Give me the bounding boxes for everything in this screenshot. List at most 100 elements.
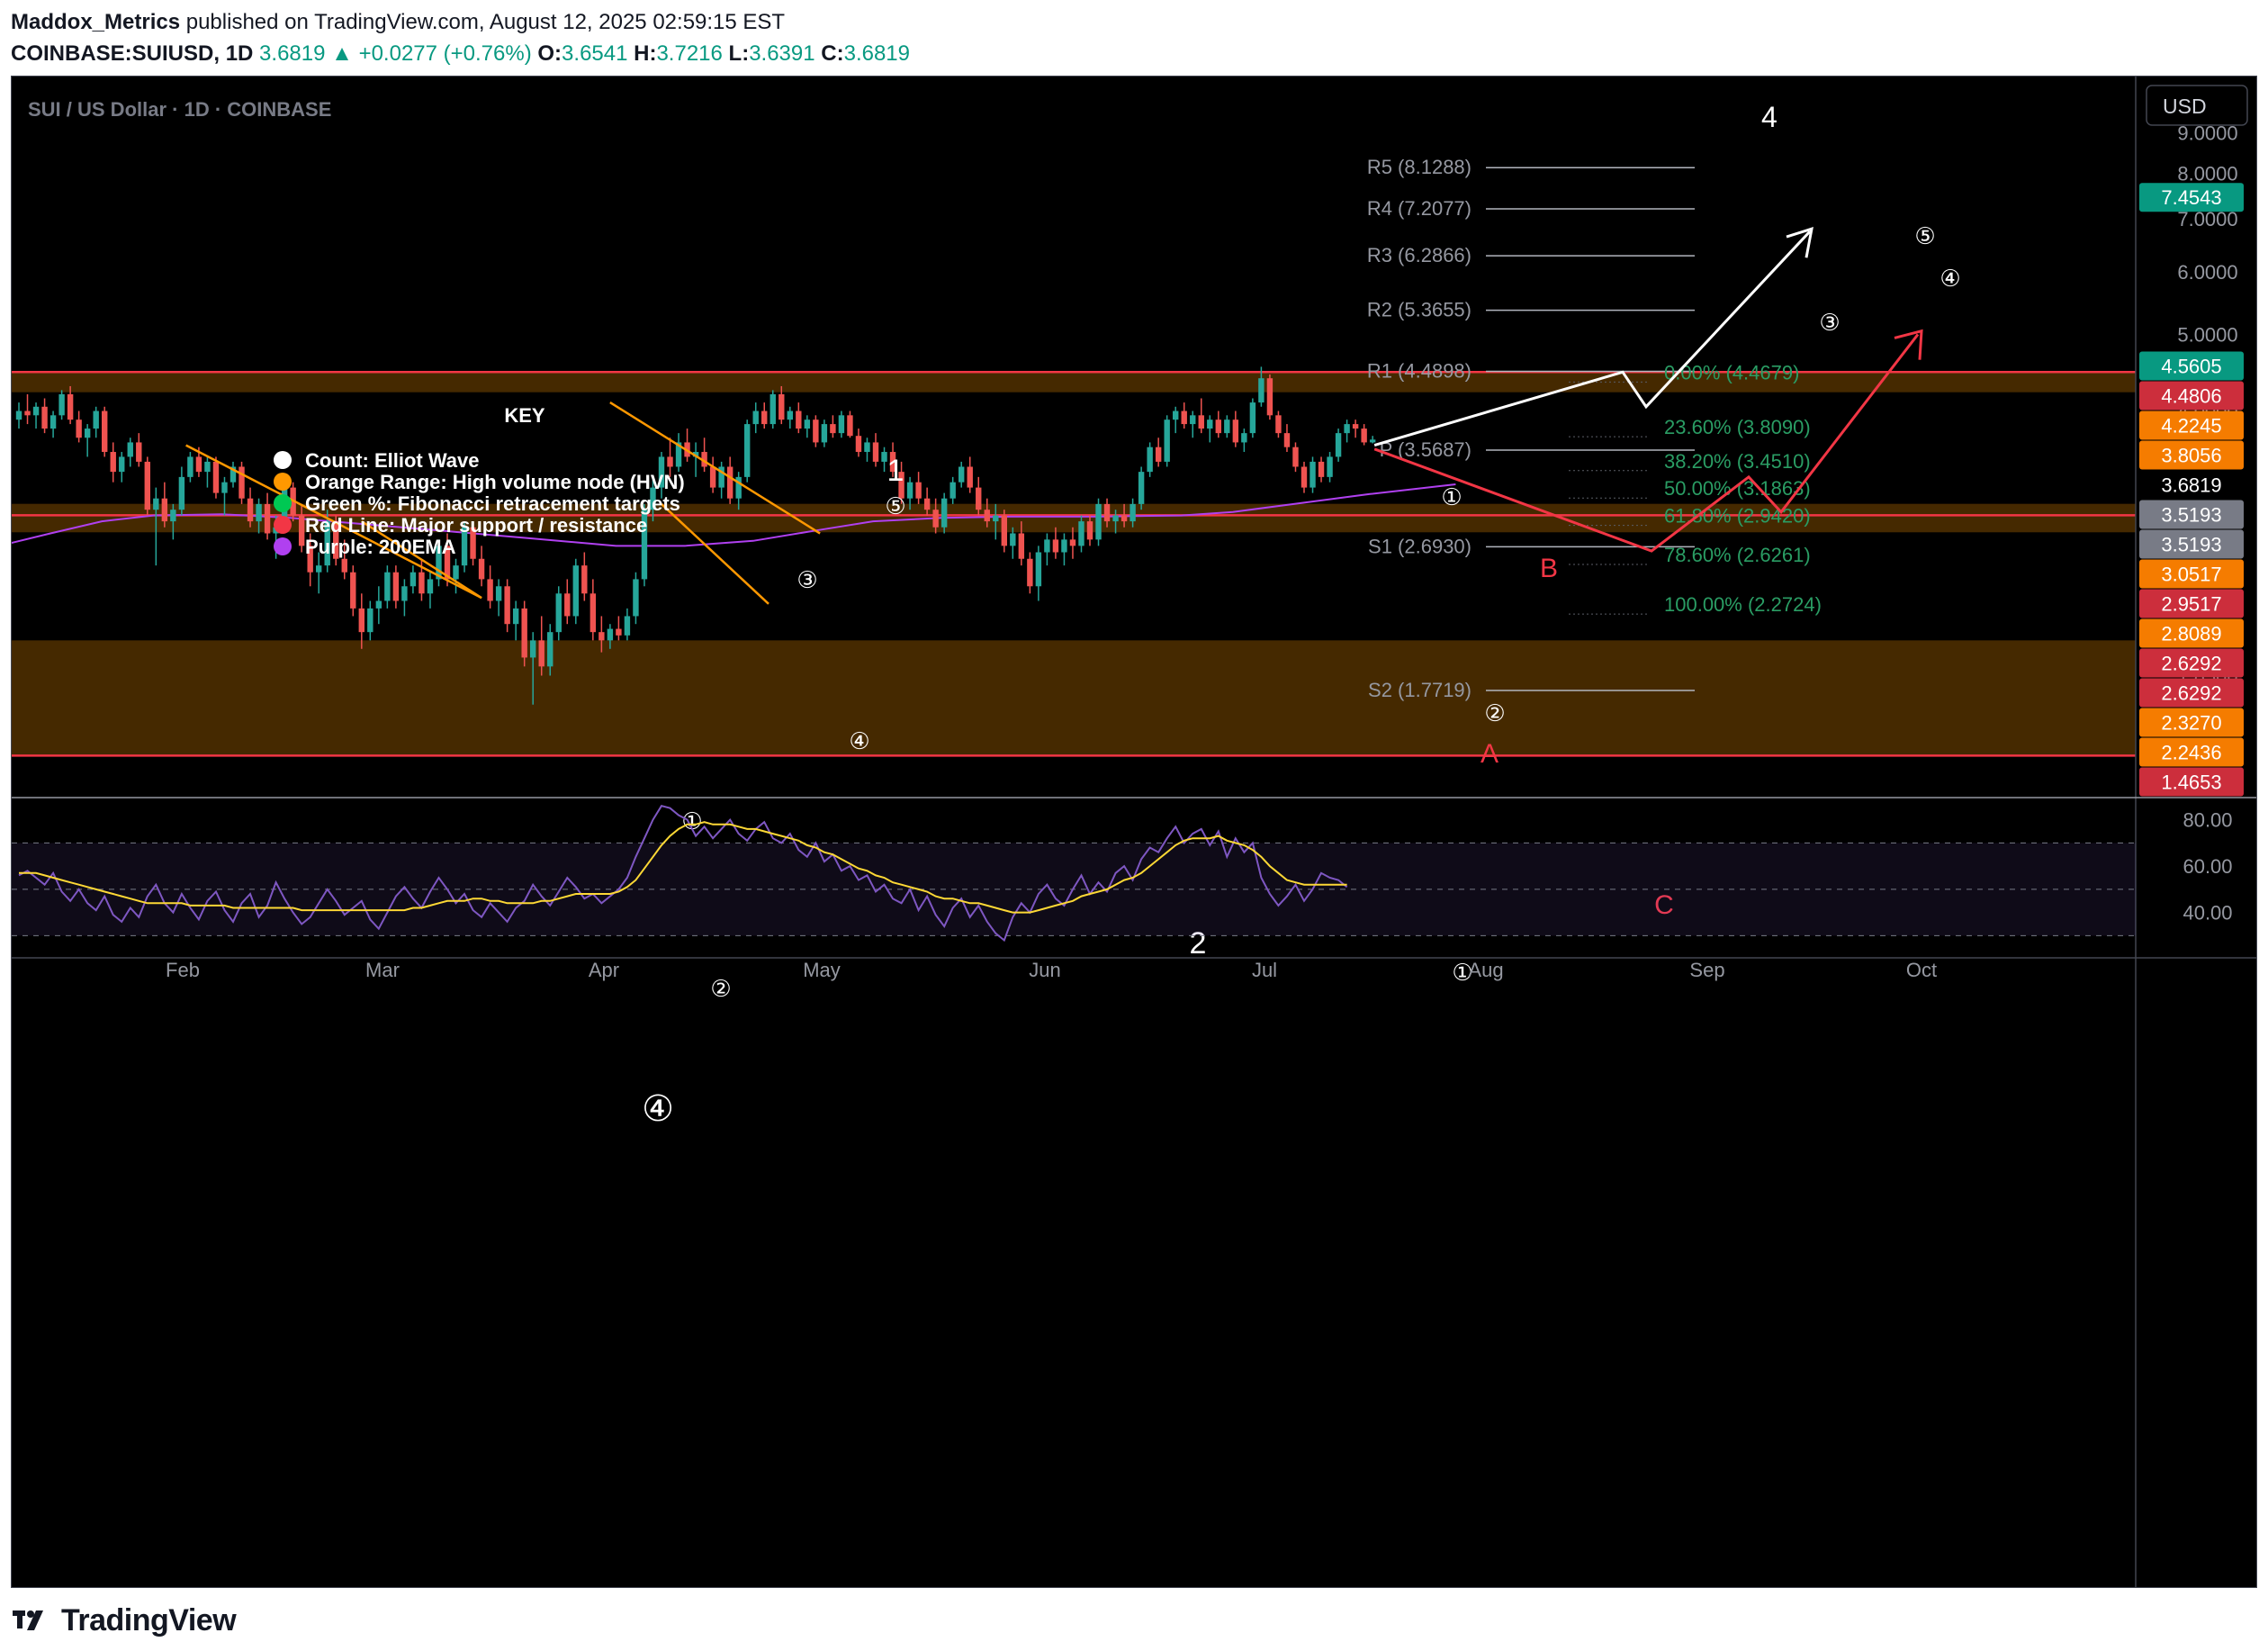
rsi-tick-label: 60.00 (2182, 855, 2232, 878)
currency-button[interactable]: USD (2146, 85, 2248, 126)
candle (1027, 552, 1033, 594)
price-label-value: 3.5193 (2161, 504, 2221, 527)
chart-canvas[interactable]: R5 (8.1288) R4 (7.2077) R3 (6.2866) R2 (5.3… (12, 77, 2256, 1587)
candle (32, 402, 40, 429)
candle (178, 466, 185, 516)
candle (144, 456, 150, 516)
candle (401, 579, 408, 617)
candle (264, 492, 271, 540)
elliott-wave-label: ④ (1940, 265, 1960, 292)
candle (1369, 436, 1376, 444)
price-label-tag[interactable]: 2.6292 (2139, 648, 2244, 678)
candle (1155, 438, 1162, 467)
time-tick-label: Apr (589, 959, 619, 981)
hvn-zone-0 (12, 372, 2136, 392)
candle (521, 600, 527, 667)
candle (1275, 410, 1282, 438)
candle (967, 456, 973, 493)
candle (692, 442, 699, 477)
candle (15, 402, 22, 429)
price-label-tag[interactable]: 2.2436 (2139, 737, 2244, 767)
low-label: L: (728, 41, 750, 66)
candle (1198, 398, 1204, 434)
price-label-tag[interactable]: 2.9517 (2139, 589, 2244, 618)
price-label-value: 4.4806 (2161, 385, 2221, 408)
price-label-tag[interactable]: 3.0517 (2139, 559, 2244, 589)
symbol-name: COINBASE:SUIUSD, 1D (11, 41, 254, 66)
price-label-tag[interactable]: 1.4653 (2139, 767, 2244, 797)
candle (838, 410, 845, 438)
footer: TradingView (13, 1599, 237, 1642)
candle (1266, 374, 1274, 420)
key-item: Purple: 200EMA (305, 536, 456, 558)
candle (93, 406, 99, 438)
candle (1190, 410, 1196, 438)
time-tick-label: Mar (365, 959, 400, 981)
key-title: KEY (504, 404, 545, 427)
candle (872, 433, 879, 467)
candle (127, 438, 133, 467)
candle (796, 402, 802, 434)
candle (495, 579, 502, 617)
candle (726, 456, 734, 504)
price-label-value: 3.8056 (2161, 445, 2221, 467)
chart-title: SUI / US Dollar · 1D · COINBASE (28, 98, 331, 121)
candle (744, 420, 751, 483)
candle (684, 429, 690, 462)
elliott-wave-label: ④ (849, 727, 869, 754)
candle (581, 552, 588, 601)
candle (1241, 429, 1247, 453)
pivot-label: S2 (1.7719) (1368, 679, 1472, 701)
candle (555, 586, 562, 641)
candle (855, 429, 862, 457)
candle (1138, 466, 1145, 510)
symbol-line: COINBASE:SUIUSD, 1D 3.6819 ▲ +0.0277 (+0… (11, 38, 2243, 70)
fib-label: 50.00% (3.1863) (1664, 477, 1811, 500)
elliott-wave-label: ③ (1819, 309, 1840, 336)
up-arrow-icon: ▲ (331, 41, 353, 66)
price-label-value: 3.5193 (2161, 534, 2221, 556)
candle (590, 579, 597, 641)
price-label-tag[interactable]: 3.5193 (2139, 500, 2244, 529)
tradingview-logo-icon (13, 1610, 43, 1630)
price-label-tag[interactable]: 4.4806 (2139, 381, 2244, 410)
price-label-tag[interactable]: 2.3270 (2139, 708, 2244, 737)
close-label: C: (821, 41, 844, 66)
candle (1173, 406, 1179, 434)
price-label-value: 3.6819 (2161, 474, 2221, 497)
price-label-tag[interactable]: 3.8056 (2139, 440, 2244, 470)
price-label-tag[interactable]: 2.6292 (2139, 678, 2244, 708)
currency-label: USD (2163, 95, 2207, 118)
elliott-wave-label: 1 (887, 454, 904, 488)
candle (821, 420, 828, 447)
open-value: 3.6541 (562, 41, 628, 66)
time-tick-label: Aug (1468, 959, 1503, 981)
candle (50, 410, 57, 438)
candle (1181, 402, 1187, 429)
candle (110, 442, 116, 483)
chart-header: Maddox_Metrics published on TradingView.… (11, 7, 2243, 70)
rsi-tick-label: 40.00 (2182, 902, 2232, 925)
candle (1327, 452, 1333, 483)
price-label-value: 2.9517 (2161, 593, 2221, 616)
author-name[interactable]: Maddox_Metrics (11, 10, 180, 34)
candle (830, 415, 836, 438)
candle (1361, 424, 1367, 446)
price-label-tag[interactable]: 3.6819 (2139, 470, 2244, 500)
price-label-tag[interactable]: 3.5193 (2139, 529, 2244, 559)
candle (119, 452, 125, 483)
price-label-tag[interactable]: 7.4543 (2139, 183, 2244, 212)
price-label-tag[interactable]: 2.8089 (2139, 618, 2244, 648)
tradingview-brand[interactable]: TradingView (61, 1603, 237, 1638)
time-tick-label: Jun (1029, 959, 1060, 981)
candle (1215, 410, 1221, 438)
price-label-tag[interactable]: 4.2245 (2139, 410, 2244, 440)
chart-area[interactable]: R5 (8.1288) R4 (7.2077) R3 (6.2866) R2 (5.3… (11, 76, 2257, 1588)
key-item: Orange Range: High volume node (HVN) (305, 471, 685, 493)
candle (1095, 498, 1102, 546)
candle (701, 438, 707, 473)
publish-line: Maddox_Metrics published on TradingView.… (11, 7, 2243, 38)
price-label-tag[interactable]: 4.5605 (2139, 351, 2244, 381)
candle (410, 565, 417, 594)
candle (24, 393, 31, 425)
